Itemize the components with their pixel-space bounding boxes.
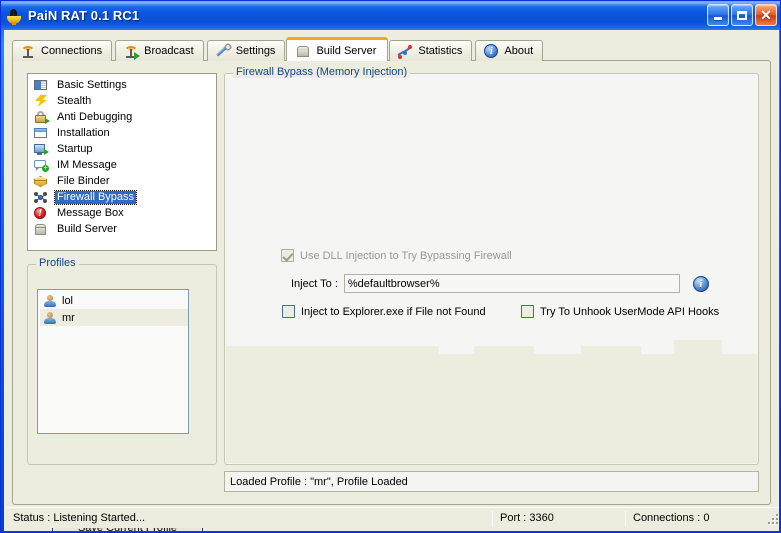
- window-controls: ✕: [707, 4, 777, 26]
- status-panel-port: Port : 3360: [500, 512, 554, 524]
- list-item-label: Firewall Bypass: [53, 189, 138, 205]
- antenna-icon: [20, 43, 36, 59]
- tab-settings[interactable]: Settings: [206, 40, 286, 61]
- title-bar[interactable]: PaiN RAT 0.1 RC1 ✕: [1, 1, 780, 30]
- status-separator: [625, 510, 626, 526]
- titlebar-gloss: [1, 1, 780, 7]
- info-icon: i: [483, 43, 499, 59]
- box-icon: [295, 43, 311, 59]
- profiles-legend: Profiles: [36, 257, 79, 269]
- tab-label: Settings: [235, 45, 276, 57]
- chart-icon: [397, 43, 413, 59]
- tab-broadcast[interactable]: Broadcast: [115, 40, 204, 61]
- checkbox-box: [521, 305, 534, 318]
- tab-build-server[interactable]: Build Server: [286, 37, 389, 61]
- lightning-bolt-icon: [33, 94, 49, 108]
- list-item-anti-debugging[interactable]: Anti Debugging: [31, 109, 216, 125]
- list-item-label: Startup: [57, 142, 93, 155]
- list-item-firewall-bypass[interactable]: Firewall Bypass: [31, 189, 216, 205]
- inject-to-input[interactable]: [343, 274, 680, 293]
- use-dll-injection-checkbox[interactable]: Use DLL Injection to Try Bypassing Firew…: [281, 249, 512, 262]
- profile-label: mr: [62, 311, 75, 324]
- list-item-label: Installation: [57, 126, 110, 139]
- list-item-basic-settings[interactable]: Basic Settings: [31, 77, 216, 93]
- tab-label: About: [504, 45, 534, 57]
- list-item-label: Build Server: [57, 222, 117, 235]
- inject-to-explorer-checkbox[interactable]: Inject to Explorer.exe if File not Found: [282, 305, 486, 318]
- tab-label: Connections: [41, 45, 103, 57]
- tab-strip: Connections Broadcast Settings Build Ser…: [12, 37, 546, 61]
- profiles-list[interactable]: lol mr: [37, 289, 189, 434]
- list-item-file-binder[interactable]: File Binder: [31, 173, 216, 189]
- status-bar: Status : Listening Started... Port : 336…: [7, 507, 779, 528]
- list-item-label: Anti Debugging: [57, 110, 133, 123]
- tab-label: Broadcast: [144, 45, 194, 57]
- tab-statistics[interactable]: Statistics: [389, 40, 473, 61]
- settings-page-list[interactable]: Basic Settings Stealth Anti Debugging In…: [27, 73, 217, 251]
- checkbox-box: [282, 305, 295, 318]
- inject-to-row: Inject To : i: [291, 274, 709, 293]
- user-icon: [43, 311, 57, 325]
- log-textbox[interactable]: Loaded Profile : "mr", Profile Loaded: [224, 471, 759, 492]
- firewall-bypass-group: Firewall Bypass (Memory Injection): [224, 66, 759, 465]
- repaint-artifact: [226, 74, 757, 463]
- unhook-usermode-api-hooks-checkbox[interactable]: Try To Unhook UserMode API Hooks: [521, 305, 719, 318]
- list-item-label: Message Box: [57, 206, 124, 219]
- inject-to-label: Inject To :: [291, 277, 338, 290]
- application-window: PaiN RAT 0.1 RC1 ✕ Connections Broadcast…: [0, 0, 781, 533]
- checkbox-label: Try To Unhook UserMode API Hooks: [540, 305, 720, 318]
- tab-label: Statistics: [418, 45, 463, 57]
- gray-box-icon: [33, 222, 49, 236]
- user-icon: [43, 294, 57, 308]
- yellow-box-icon: [33, 174, 49, 188]
- minimize-button[interactable]: [707, 4, 729, 26]
- speech-bubble-icon: +: [33, 158, 49, 172]
- tab-page-build-server: Basic Settings Stealth Anti Debugging In…: [12, 60, 771, 531]
- maximize-button[interactable]: [731, 4, 753, 26]
- status-panel-connections: Connections : 0: [633, 512, 710, 524]
- tab-connections[interactable]: Connections: [12, 40, 113, 61]
- list-item-label: File Binder: [57, 174, 110, 187]
- list-item-message-box[interactable]: ! Message Box: [31, 205, 216, 221]
- close-icon: ✕: [760, 7, 772, 23]
- tab-about[interactable]: i About: [475, 40, 544, 61]
- padlock-icon: [33, 110, 50, 124]
- status-separator: [492, 510, 493, 526]
- list-item-label: Basic Settings: [57, 78, 127, 91]
- checkbox-label: Inject to Explorer.exe if File not Found: [301, 305, 486, 318]
- monitor-arrow-icon: [33, 142, 49, 156]
- list-item-label: IM Message: [57, 158, 117, 171]
- profile-label: lol: [62, 294, 74, 307]
- list-item-im-message[interactable]: + IM Message: [31, 157, 216, 173]
- list-item-build-server[interactable]: Build Server: [31, 221, 216, 237]
- client-area: Connections Broadcast Settings Build Ser…: [4, 30, 779, 531]
- checkbox-label: Use DLL Injection to Try Bypassing Firew…: [300, 249, 512, 262]
- checkbox-box: [281, 249, 294, 262]
- flame-torch-icon: [5, 7, 23, 25]
- window-settings-icon: [33, 78, 49, 92]
- firewall-bypass-legend: Firewall Bypass (Memory Injection): [233, 66, 411, 78]
- status-panel-status: Status : Listening Started...: [13, 512, 146, 524]
- wrench-icon: [215, 42, 232, 59]
- list-item-stealth[interactable]: Stealth: [31, 93, 216, 109]
- list-item-installation[interactable]: Installation: [31, 125, 216, 141]
- red-exclamation-icon: !: [33, 206, 49, 220]
- close-button[interactable]: ✕: [755, 4, 777, 26]
- list-item-label: Stealth: [57, 94, 92, 107]
- info-icon[interactable]: i: [692, 275, 709, 292]
- firewall-network-icon: [33, 190, 49, 204]
- list-item[interactable]: lol: [40, 292, 188, 309]
- window-title: PaiN RAT 0.1 RC1: [28, 8, 140, 23]
- tab-label: Build Server: [316, 44, 377, 57]
- broadcast-icon: [123, 43, 141, 60]
- list-item[interactable]: mr: [40, 309, 188, 326]
- list-item-startup[interactable]: Startup: [31, 141, 216, 157]
- blue-window-icon: [33, 126, 49, 140]
- resize-grip[interactable]: [768, 514, 779, 526]
